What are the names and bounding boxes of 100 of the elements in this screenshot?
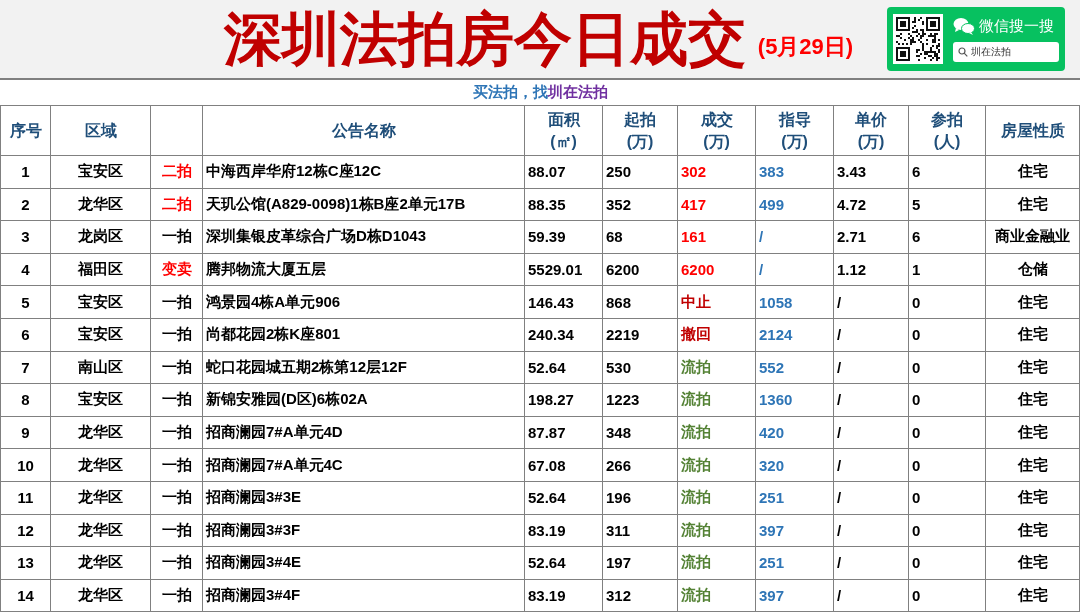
page-title: 深圳法拍房今日成交: [223, 10, 746, 68]
table-cell: 住宅: [1017, 390, 1048, 410]
table-cell: 招商澜园7#A单元4D: [206, 423, 343, 443]
table-cell: 552: [759, 358, 785, 376]
table-cell: 6: [21, 326, 30, 344]
table-cell: 266: [606, 456, 632, 474]
table-cell: 仓储: [1017, 260, 1048, 280]
table-cell: 流拍: [681, 520, 711, 540]
table-cell: 6200: [681, 261, 715, 279]
table-cell: 龙华区: [78, 455, 123, 475]
table-cell: 流拍: [681, 423, 711, 443]
table-cell: 161: [681, 228, 707, 246]
table-cell: 4.72: [837, 195, 867, 213]
table-cell: 一拍: [161, 390, 192, 410]
table-cell: 流拍: [681, 455, 711, 475]
table-cell: 一拍: [161, 488, 192, 508]
table-cell: 福田区: [78, 260, 123, 280]
table-cell: 251: [759, 554, 785, 572]
table-cell: 198.27: [528, 391, 574, 409]
table-cell: 397: [759, 521, 785, 539]
table-cell: 1: [21, 163, 30, 181]
table-cell: 深圳集银皮革综合广场D栋D1043: [206, 227, 427, 247]
table-cell: 龙华区: [78, 553, 123, 573]
table-cell: 住宅: [1017, 423, 1048, 443]
table-cell: /: [759, 261, 764, 279]
table-cell: 348: [606, 424, 632, 442]
search-icon: [958, 46, 968, 57]
table-cell: 417: [681, 195, 707, 213]
table-cell: 5: [21, 293, 30, 311]
table-cell: 6200: [606, 261, 640, 279]
table-cell: 一拍: [161, 357, 192, 377]
table-cell: 二拍: [161, 162, 192, 182]
table-cell: 5529.01: [528, 261, 583, 279]
column-header: 房屋性质: [1000, 120, 1065, 141]
table-cell: 0: [912, 391, 921, 409]
table-cell: 招商澜园3#4E: [206, 553, 302, 573]
table-cell: 招商澜园7#A单元4C: [206, 455, 343, 475]
column-header: 成交 (万): [700, 109, 733, 152]
table-cell: 撤回: [681, 325, 711, 345]
column-header: 指导 (万): [778, 109, 811, 152]
table-cell: 6: [912, 163, 921, 181]
table-cell: 招商澜园3#3F: [206, 520, 301, 540]
table-cell: 320: [759, 456, 785, 474]
table-cell: 宝安区: [78, 325, 123, 345]
table-cell: 南山区: [78, 357, 123, 377]
table-cell: 1360: [759, 391, 793, 409]
table-cell: 一拍: [161, 520, 192, 540]
table-cell: 2: [21, 195, 30, 213]
table-cell: 龙华区: [78, 488, 123, 508]
table-cell: 鸿景园4栋A单元906: [206, 292, 341, 312]
table-cell: 530: [606, 358, 632, 376]
qr-code-icon: [896, 17, 940, 61]
search-field[interactable]: 圳在法拍: [953, 41, 1059, 62]
table-cell: 52.64: [528, 554, 566, 572]
table-cell: 一拍: [161, 553, 192, 573]
table-cell: 住宅: [1017, 162, 1048, 182]
table-cell: /: [759, 228, 764, 246]
table-cell: 二拍: [161, 194, 192, 214]
date-label: (5月29日): [757, 33, 854, 61]
table-cell: 420: [759, 424, 785, 442]
table-cell: 868: [606, 293, 632, 311]
table-cell: 中止: [681, 292, 711, 312]
table-cell: 流拍: [681, 357, 711, 377]
table-cell: 352: [606, 195, 632, 213]
table-cell: 招商澜园3#3E: [206, 488, 302, 508]
table-cell: 尚都花园2栋K座801: [206, 325, 341, 345]
table-cell: 龙华区: [78, 194, 123, 214]
table-cell: 住宅: [1017, 455, 1048, 475]
table-cell: 87.87: [528, 424, 566, 442]
table-cell: 一拍: [161, 586, 192, 605]
table-cell: 住宅: [1017, 520, 1048, 540]
table-cell: /: [837, 456, 842, 474]
table-cell: 1: [912, 261, 921, 279]
table-cell: 0: [912, 554, 921, 572]
table-cell: 83.19: [528, 587, 566, 604]
slogan-text: 圳在法拍: [547, 83, 608, 102]
table-cell: 流拍: [681, 553, 711, 573]
table-cell: /: [837, 489, 842, 507]
column-header: 序号: [9, 120, 42, 141]
table-cell: /: [837, 424, 842, 442]
table-cell: 7: [21, 358, 30, 376]
table-cell: 397: [759, 587, 785, 604]
table-cell: 1058: [759, 293, 793, 311]
table-cell: 0: [912, 521, 921, 539]
table-cell: 龙华区: [78, 423, 123, 443]
table-cell: 1223: [606, 391, 640, 409]
table-cell: 196: [606, 489, 632, 507]
table-cell: 83.19: [528, 521, 566, 539]
table-cell: 240.34: [528, 326, 574, 344]
table-cell: 88.35: [528, 195, 566, 213]
table-cell: 流拍: [681, 586, 711, 605]
table-cell: 变卖: [161, 260, 192, 280]
table-cell: /: [837, 554, 842, 572]
table-cell: 4: [21, 261, 30, 279]
table-cell: 197: [606, 554, 632, 572]
table-cell: 8: [21, 391, 30, 409]
table-cell: 1.12: [837, 261, 867, 279]
table-cell: 龙华区: [78, 586, 123, 605]
table-cell: 住宅: [1017, 325, 1048, 345]
table-cell: 6: [912, 228, 921, 246]
